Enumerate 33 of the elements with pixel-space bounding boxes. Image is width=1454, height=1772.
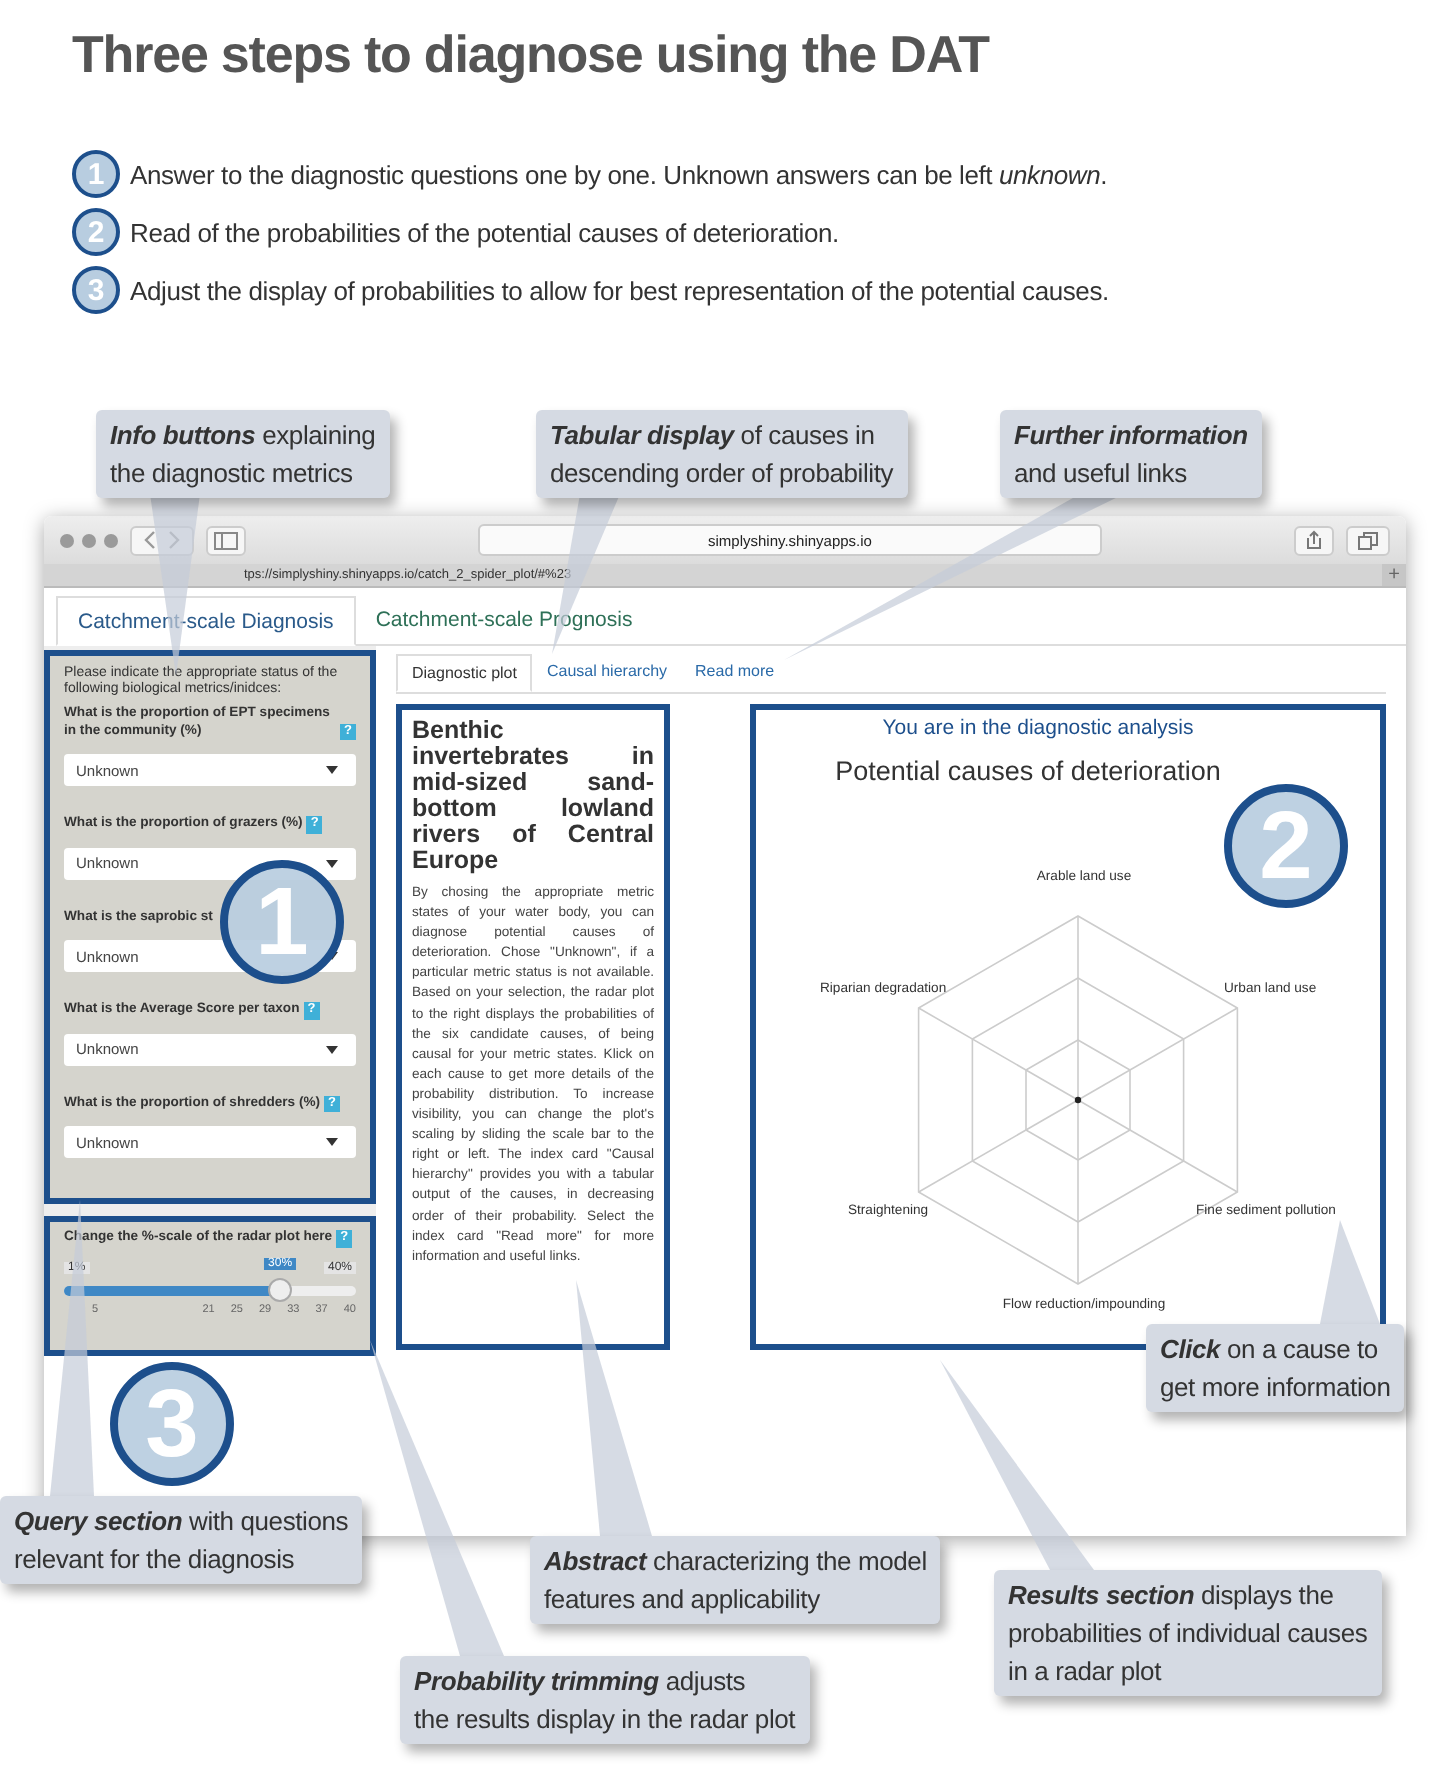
step-text: Read of the probabilities of the potential causes of deterioration. — [130, 217, 839, 247]
callout: Query section with questions relevant for the diagnosis — [0, 1496, 363, 1584]
callout: Tabular display of causes in descending order of probability — [536, 410, 908, 498]
callout: Click on a cause to get more information — [1146, 1324, 1405, 1412]
tabs-icon[interactable] — [1346, 525, 1390, 555]
chart-title: Potential causes of deterioration — [833, 756, 1223, 786]
page-title: Three steps to diagnose using the DAT — [72, 24, 992, 86]
leader-line — [1320, 1220, 1380, 1324]
content-tab[interactable]: Diagnostic plot — [396, 654, 533, 692]
step-text: Answer to the diagnostic questions one by one. Unknown answers can be left unknown. — [130, 159, 1108, 189]
caret-icon — [326, 1045, 338, 1053]
callout: Probability trimming adjusts the results display in the radar plot — [400, 1656, 810, 1744]
caret-icon — [326, 859, 338, 867]
caret-icon — [326, 1138, 338, 1146]
step-number-badge: 3 — [72, 266, 120, 314]
nav-tab[interactable]: Catchment-scale Diagnosis — [56, 596, 356, 646]
content-tab[interactable]: Read more — [681, 654, 789, 692]
step-number-badge: 1 — [72, 150, 120, 198]
results-heading: You are in the diagnostic analysis — [880, 716, 1196, 740]
content-tab[interactable]: Causal hierarchy — [532, 654, 682, 692]
callout: Further information and useful links — [1000, 410, 1262, 498]
callout: Abstract characterizing the model features and applicability — [530, 1536, 941, 1624]
share-icon[interactable] — [1294, 525, 1334, 555]
nav-tab[interactable]: Catchment-scale Prognosis — [355, 596, 653, 644]
window-controls-icon[interactable] — [60, 533, 118, 547]
slider-handle[interactable] — [268, 1277, 293, 1301]
caret-icon — [326, 766, 338, 774]
callout: Results section displays the probabilities of individual causes in a radar plot — [994, 1570, 1382, 1696]
step-text: Adjust the display of probabilities to allow for best representation of the potential causes. — [130, 275, 1109, 305]
callout: Info buttons explaining the diagnostic metrics — [96, 410, 390, 498]
abstract-title: Benthic invertebrates in mid-sized sand-bottom lowland rivers of Central Europe — [412, 718, 654, 874]
sidebar-icon[interactable] — [206, 525, 246, 555]
step-number-badge: 2 — [72, 208, 120, 256]
